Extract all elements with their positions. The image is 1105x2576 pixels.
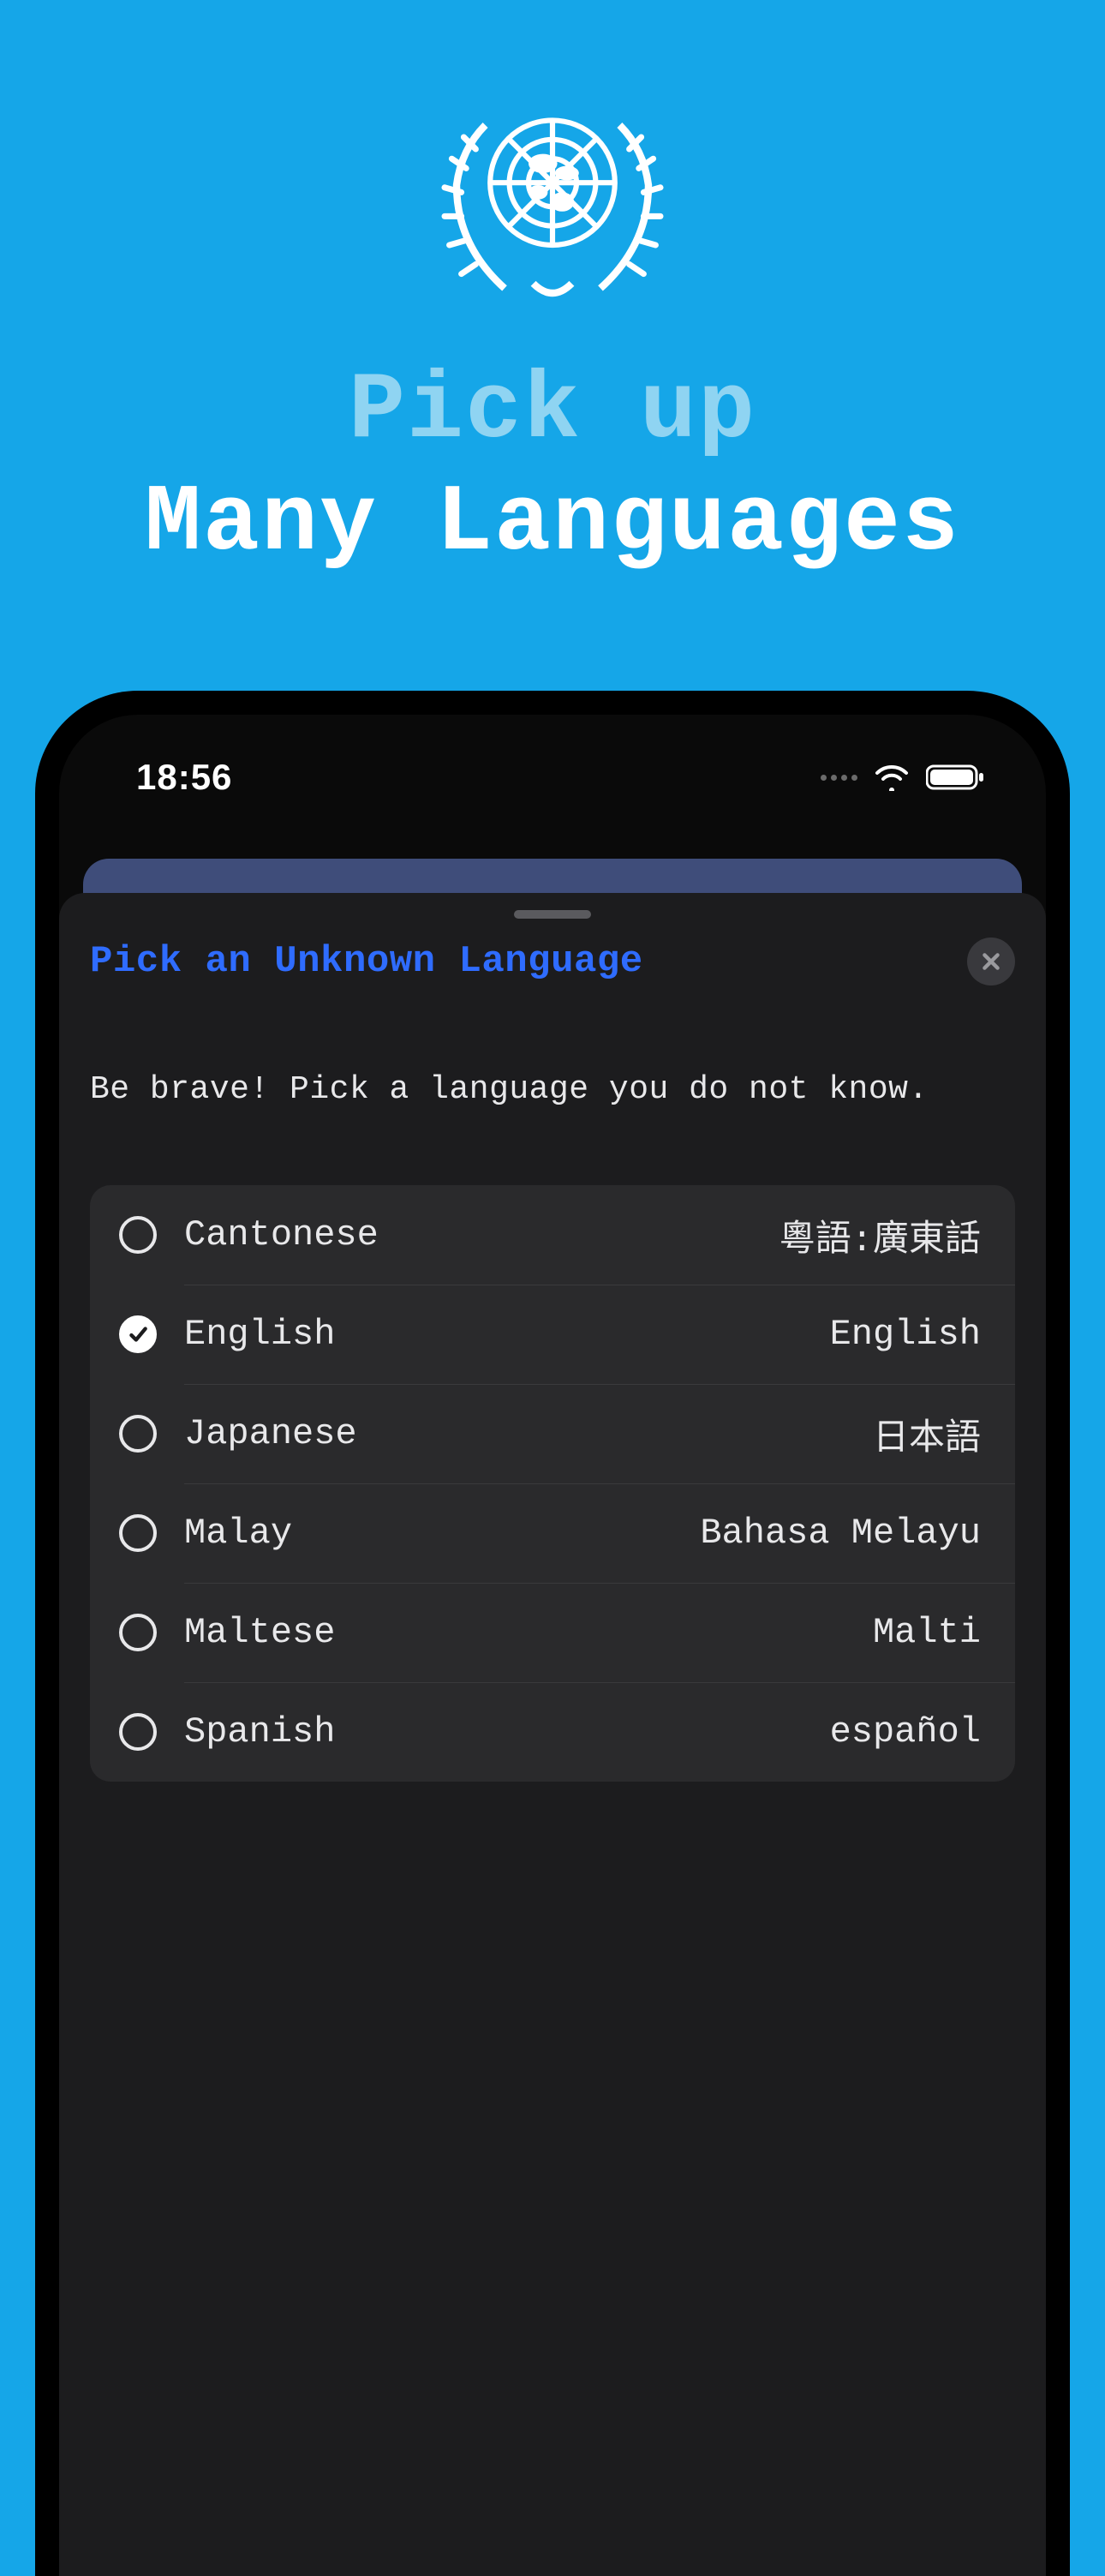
language-row-malay[interactable]: Malay Bahasa Melayu <box>90 1483 1015 1583</box>
language-list: Cantonese 粵語:廣東話 English English Japanes… <box>90 1185 1015 1782</box>
language-native: English <box>830 1314 981 1355</box>
radio-checked-icon <box>119 1315 157 1353</box>
un-emblem-icon <box>433 77 672 321</box>
radio-unchecked-icon <box>119 1614 157 1651</box>
wifi-icon <box>873 764 911 791</box>
language-row-maltese[interactable]: Maltese Malti <box>90 1583 1015 1682</box>
status-bar: 18:56 <box>59 715 1046 809</box>
phone-screen: 18:56 <box>59 715 1046 2576</box>
language-name: Japanese <box>184 1413 873 1454</box>
close-icon <box>980 950 1002 973</box>
language-row-english[interactable]: English English <box>90 1285 1015 1384</box>
language-row-japanese[interactable]: Japanese 日本語 <box>90 1384 1015 1483</box>
language-name: Cantonese <box>184 1214 779 1255</box>
sheet-title: Pick an Unknown Language <box>90 940 643 983</box>
sheet-subtitle: Be brave! Pick a language you do not kno… <box>59 985 1046 1108</box>
battery-icon <box>926 764 986 791</box>
language-native: Bahasa Melayu <box>700 1513 981 1554</box>
sheet-grabber[interactable] <box>514 910 591 919</box>
language-name: Malay <box>184 1513 700 1554</box>
hero-line-1: Pick up <box>0 360 1105 464</box>
radio-unchecked-icon <box>119 1514 157 1552</box>
language-row-cantonese[interactable]: Cantonese 粵語:廣東話 <box>90 1185 1015 1285</box>
language-name: English <box>184 1314 830 1355</box>
language-name: Maltese <box>184 1612 873 1653</box>
radio-unchecked-icon <box>119 1713 157 1751</box>
radio-unchecked-icon <box>119 1415 157 1453</box>
radio-unchecked-icon <box>119 1216 157 1254</box>
language-native: español <box>830 1711 981 1752</box>
hero-line-2: Many Languages <box>0 472 1105 576</box>
status-indicators <box>821 764 986 791</box>
language-native: 粵語:廣東話 <box>779 1209 981 1261</box>
sheet-header: Pick an Unknown Language <box>59 919 1046 985</box>
close-button[interactable] <box>967 938 1015 985</box>
language-native: Malti <box>873 1612 981 1653</box>
language-picker-sheet: Pick an Unknown Language Be brave! Pick … <box>59 893 1046 2576</box>
language-native: 日本語 <box>873 1408 981 1460</box>
language-name: Spanish <box>184 1711 830 1752</box>
status-time: 18:56 <box>136 757 232 798</box>
language-row-spanish[interactable]: Spanish español <box>90 1682 1015 1782</box>
phone-frame: 18:56 <box>35 691 1070 2576</box>
hero-banner: Pick up Many Languages <box>0 0 1105 576</box>
cellular-dots-icon <box>821 775 857 781</box>
